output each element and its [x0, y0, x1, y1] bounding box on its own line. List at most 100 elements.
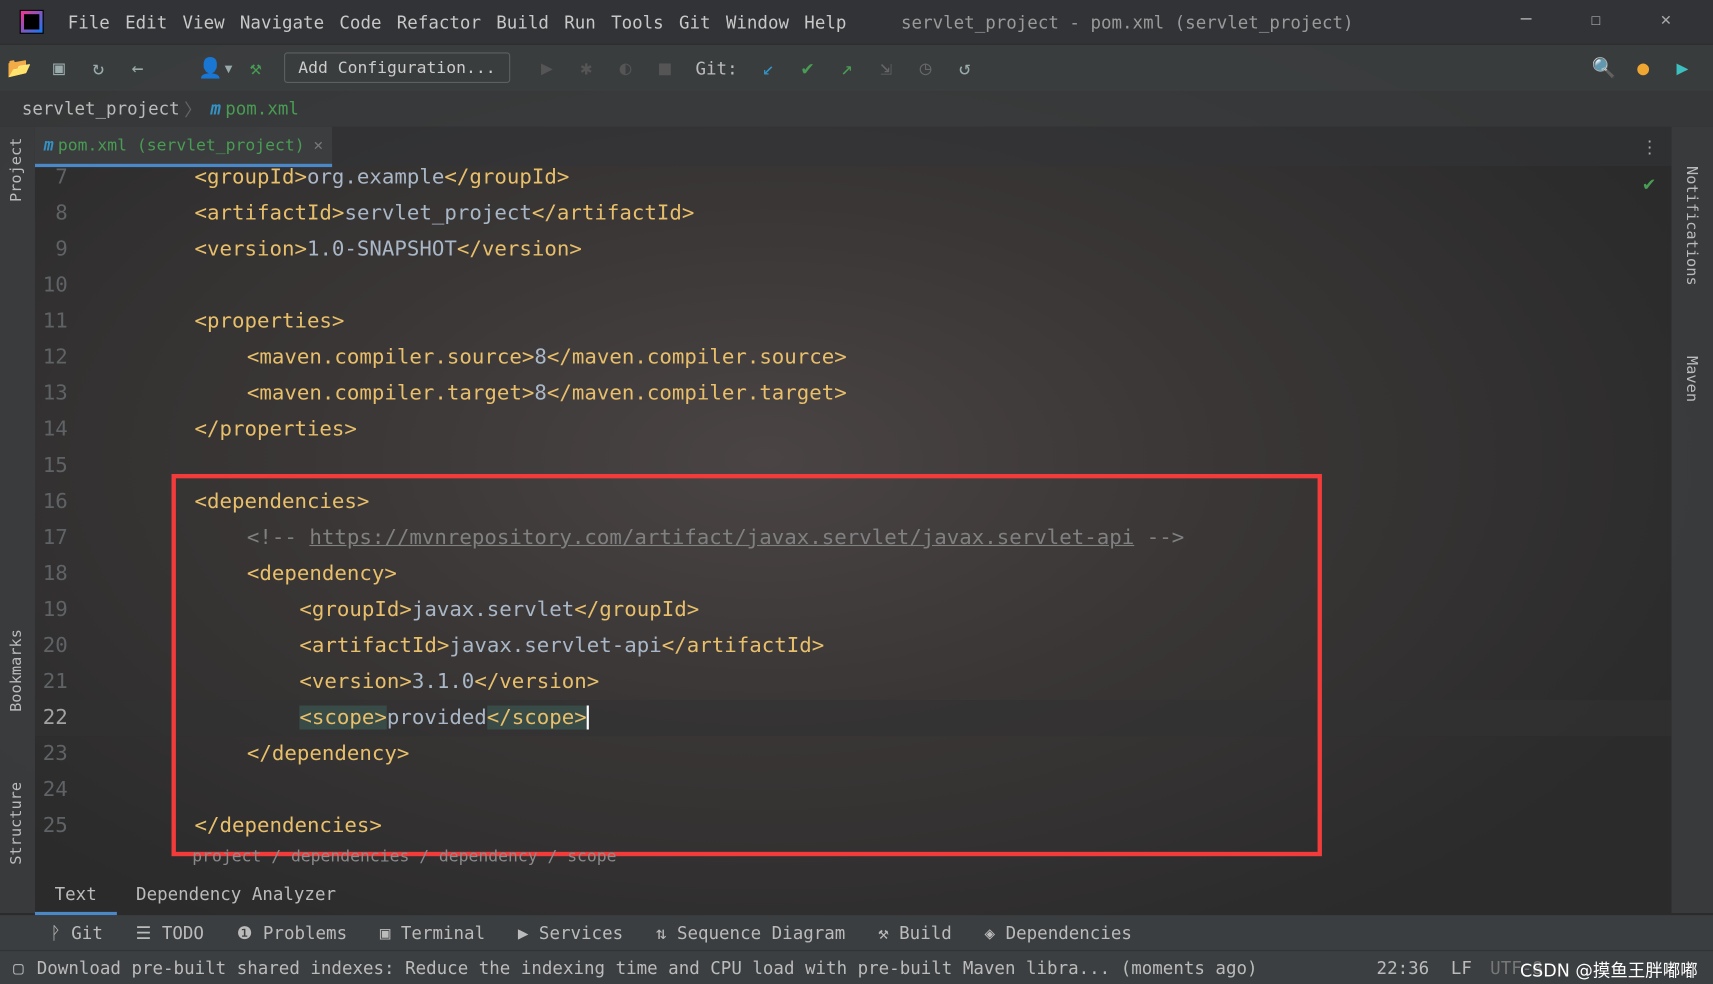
watermark: CSDN @摸鱼王胖嘟嘟 [1519, 959, 1698, 981]
services-icon: ▶ [517, 922, 539, 944]
tool-window-label: Dependencies [1005, 922, 1132, 944]
maximize-button[interactable]: ☐ [1591, 9, 1602, 30]
menu-run[interactable]: Run [564, 11, 596, 32]
git-label: Git: [695, 57, 738, 79]
tab-text[interactable]: Text [34, 874, 117, 916]
build-icon: ⚒ [878, 922, 900, 944]
code-line: 11 <properties> [35, 304, 1672, 340]
code-text: <version>1.0-SNAPSHOT</version> [194, 232, 581, 268]
menu-git[interactable]: Git [679, 11, 711, 32]
debug-icon[interactable]: ✱ [567, 56, 606, 79]
tool-window-git[interactable]: ᚹ Git [50, 922, 103, 943]
sync-icon[interactable]: ↻ [79, 56, 118, 79]
menu-build[interactable]: Build [496, 11, 549, 32]
left-tool-strip: Project Bookmarks Structure [0, 126, 35, 913]
minimize-button[interactable]: ─ [1521, 9, 1532, 30]
xml-tag: <maven.compiler.source> [246, 345, 535, 370]
tool-window-label: Terminal [400, 922, 486, 944]
ide-window: File Edit View Navigate Code Refactor Build Run… [0, 0, 1713, 984]
history-icon[interactable]: ◷ [906, 56, 945, 79]
run-icon[interactable]: ▶ [527, 56, 566, 79]
menu-window[interactable]: Window [726, 11, 789, 32]
line-number: 20 [42, 633, 68, 658]
breadcrumb-file[interactable]: pom.xml [225, 98, 299, 119]
intellij-logo-icon [19, 9, 44, 34]
bookmarks-tool-button[interactable]: Bookmarks [8, 629, 25, 712]
project-tool-button[interactable]: Project [8, 138, 25, 202]
stop-icon[interactable]: ■ [645, 56, 684, 79]
tool-window-bar: ᚹ Git ☰ TODO ❶ Problems ▣ Terminal ▶ Service… [0, 915, 1713, 951]
plugin-icon[interactable]: ▶ [1663, 56, 1702, 79]
coverage-icon[interactable]: ◐ [606, 56, 645, 79]
status-message[interactable]: Download pre-built shared indexes: Reduc… [37, 958, 1258, 979]
search-icon[interactable]: 🔍 [1584, 56, 1623, 79]
user-icon[interactable]: 👤▾ [197, 56, 236, 79]
close-tab-icon[interactable]: × [313, 135, 323, 155]
status-bar: ▢ Download pre-built shared indexes: Red… [0, 950, 1713, 984]
menu-tools[interactable]: Tools [611, 11, 664, 32]
line-separator[interactable]: LF [1451, 958, 1472, 979]
right-tool-strip: Notifications Maven [1671, 126, 1713, 913]
xml-tag: <maven.compiler.target> [246, 381, 535, 406]
git-commit-icon[interactable]: ✔ [788, 56, 827, 79]
tool-window-build[interactable]: ⚒ Build [878, 922, 952, 943]
code-line: 10 [35, 268, 1672, 304]
xml-tag: </maven.compiler.source> [546, 345, 847, 370]
tool-window-label: TODO [161, 922, 204, 944]
save-icon[interactable]: ▣ [39, 56, 78, 79]
code-line: 9 <version>1.0-SNAPSHOT</version> [35, 232, 1672, 268]
menu-file[interactable]: File [68, 11, 110, 32]
breadcrumb-project[interactable]: servlet_project [22, 98, 180, 119]
code-text: <maven.compiler.source>8</maven.compiler… [247, 340, 847, 376]
git-update-icon[interactable]: ↙ [749, 56, 788, 79]
sequence-diagram-icon: ⇅ [655, 922, 677, 944]
menu-help[interactable]: Help [804, 11, 846, 32]
build-hammer-icon[interactable]: ⚒ [236, 56, 275, 79]
git-push-icon[interactable]: ↗ [827, 56, 866, 79]
structure-tool-button[interactable]: Structure [8, 782, 25, 865]
more-options-icon[interactable]: ⋮ [1641, 136, 1658, 157]
line-number: 19 [42, 597, 68, 622]
text-value: 8 [534, 381, 547, 406]
text-value: org.example [306, 164, 445, 189]
tool-window-label: Problems [262, 922, 348, 944]
menu-refactor[interactable]: Refactor [397, 11, 481, 32]
tool-window-label: Build [899, 922, 952, 944]
add-configuration-button[interactable]: Add Configuration... [284, 52, 510, 83]
line-number: 24 [42, 777, 68, 802]
xml-path-breadcrumb: project / dependencies / dependency / sc… [192, 846, 617, 867]
rollback-icon[interactable]: ↺ [945, 56, 984, 79]
tool-window-label: Git [71, 922, 103, 944]
tool-window-dependencies[interactable]: ◈ Dependencies [985, 922, 1132, 943]
code-text: </properties> [194, 412, 356, 448]
menu-code[interactable]: Code [339, 11, 381, 32]
open-folder-icon[interactable]: 📂 [0, 56, 39, 79]
menu-view[interactable]: View [183, 11, 225, 32]
back-icon[interactable]: ← [118, 56, 157, 79]
menu-navigate[interactable]: Navigate [240, 11, 324, 32]
status-toggle-icon[interactable]: ▢ [13, 958, 24, 979]
title-bar: File Edit View Navigate Code Refactor Build Run… [0, 0, 1713, 44]
code-text: <properties> [194, 304, 344, 340]
tab-dependency-analyzer[interactable]: Dependency Analyzer [116, 874, 355, 915]
close-button[interactable]: ✕ [1661, 9, 1672, 30]
git-pull-request-icon[interactable]: ⇲ [867, 56, 906, 79]
tool-window-services[interactable]: ▶ Services [518, 922, 623, 943]
tool-window-terminal[interactable]: ▣ Terminal [380, 922, 485, 943]
update-icon[interactable]: ● [1623, 56, 1662, 79]
tool-window-todo[interactable]: ☰ TODO [136, 922, 204, 943]
cursor-position[interactable]: 22:36 [1377, 958, 1430, 979]
tool-window-problems[interactable]: ❶ Problems [237, 922, 347, 943]
editor-mode-tabs: Text Dependency Analyzer [34, 874, 1672, 916]
xml-tag: </maven.compiler.target> [546, 381, 847, 406]
dependencies-icon: ◈ [984, 922, 1006, 944]
tool-window-label: Sequence Diagram [676, 922, 846, 944]
line-number: 9 [55, 236, 68, 262]
xml-tag: </artifactId> [531, 200, 695, 225]
tool-window-sequence-diagram[interactable]: ⇅ Sequence Diagram [656, 922, 845, 943]
menu-edit[interactable]: Edit [125, 11, 167, 32]
notifications-tool-button[interactable]: Notifications [1682, 166, 1699, 286]
line-number: 23 [42, 741, 68, 766]
tab-label: pom.xml (servlet_project) [57, 134, 305, 155]
maven-tool-button[interactable]: Maven [1682, 356, 1699, 402]
